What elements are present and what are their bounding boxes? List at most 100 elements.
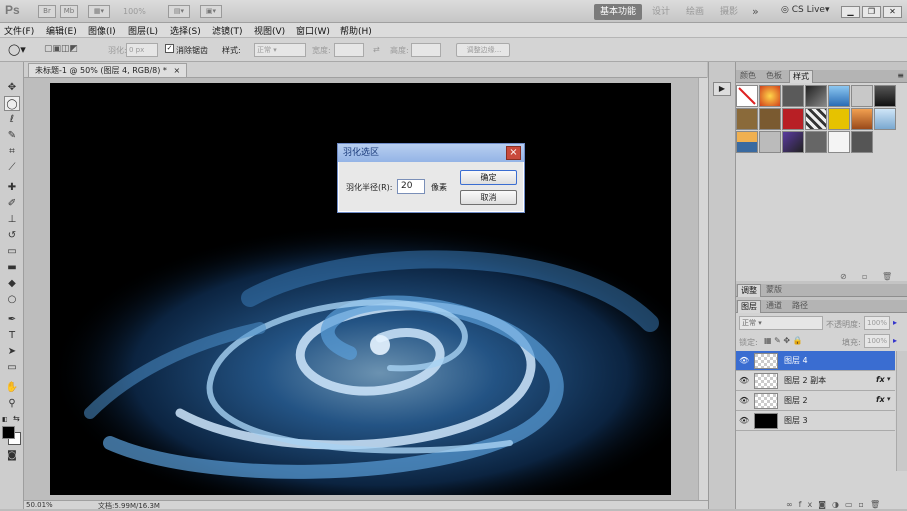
layers-scrollbar[interactable] [896,351,907,471]
dodge-tool-icon[interactable]: ○ [4,292,20,307]
status-zoom[interactable]: 50.01% [26,501,53,509]
pen-tool-icon[interactable]: ✒ [4,312,20,327]
hand-tool-icon[interactable]: ✋ [4,380,20,395]
ok-button[interactable]: 确定 [460,170,517,185]
style-swatch[interactable] [828,108,850,130]
marquee-preset-icon[interactable]: ◯▾ [8,43,26,56]
tab-swatches[interactable]: 色板 [763,70,785,83]
opacity-arrow-icon[interactable]: ▸ [893,318,897,327]
tab-styles[interactable]: 样式 [789,70,813,83]
arrange-documents-icon[interactable]: ▤▾ [168,5,190,18]
feather-input[interactable]: 0 px [126,43,158,57]
eye-icon[interactable]: 👁 [739,376,749,385]
layer-row[interactable]: 👁 图层 2 副本 fx ▾ [736,371,895,391]
style-swatch[interactable] [851,85,873,107]
document-tab[interactable]: 未标题-1 @ 50% (图层 4, RGB/8) * × [28,63,188,77]
gradient-tool-icon[interactable]: ▬ [4,260,20,275]
tab-layers[interactable]: 图层 [737,300,761,313]
feather-radius-input[interactable]: 20 [397,179,425,194]
layer-actions-icons[interactable]: ∞fx◙◑▭▫🗑 [786,500,886,509]
document-close-icon[interactable]: × [173,66,180,75]
delete-style-icon[interactable]: 🗑 [882,272,892,281]
clone-stamp-tool-icon[interactable]: ⊥ [4,212,20,227]
swap-colors-icon[interactable]: ⇆ [13,414,20,423]
lock-icons[interactable]: ▦ ✎ ✥ 🔒 [764,336,803,345]
workspace-design[interactable]: 设计 [646,4,676,20]
default-colors-icon[interactable]: ◧ [2,416,10,424]
tab-masks[interactable]: 蒙版 [763,284,785,297]
fx-icon[interactable]: fx [876,395,885,404]
quick-select-tool-icon[interactable]: ✎ [4,128,20,143]
restore-icon[interactable]: ❐ [862,6,881,18]
style-swatch[interactable] [736,108,758,130]
dialog-close-icon[interactable]: × [506,146,521,160]
marquee-tool-icon[interactable]: ◯ [4,96,20,111]
expand-effects-icon[interactable]: ▾ [887,375,891,383]
workspace-essentials[interactable]: 基本功能 [594,4,643,20]
layer-row[interactable]: 👁 图层 3 [736,411,895,431]
menu-view[interactable]: 视图(V) [254,24,285,37]
healing-brush-tool-icon[interactable]: ✚ [4,180,20,195]
menu-select[interactable]: 选择(S) [170,24,201,37]
swap-icon[interactable]: ⇄ [373,45,380,54]
workspace-painting[interactable]: 绘画 [680,4,710,20]
clear-style-icon[interactable]: ⊘ [840,272,847,281]
more-workspaces-button[interactable]: » [746,4,765,20]
expand-effects-icon[interactable]: ▾ [887,395,891,403]
menu-layer[interactable]: 图层(L) [128,24,158,37]
antialias-checkbox[interactable]: ✓ [165,44,174,53]
width-input[interactable] [334,43,364,57]
style-swatch[interactable] [874,85,896,107]
opacity-input[interactable]: 100% [864,316,890,330]
zoom-level[interactable]: 100% [123,7,146,16]
style-swatch-none[interactable] [736,85,758,107]
menu-image[interactable]: 图像(I) [88,24,116,37]
quick-mask-icon[interactable]: ◙ [4,448,20,463]
blur-tool-icon[interactable]: ◆ [4,276,20,291]
layer-row[interactable]: 👁 图层 2 fx ▾ [736,391,895,411]
panel-menu-icon[interactable]: ≡ [897,71,904,80]
style-swatch[interactable] [736,131,758,153]
workspace-photography[interactable]: 摄影 [714,4,744,20]
tab-channels[interactable]: 通道 [763,300,785,313]
style-swatch[interactable] [805,85,827,107]
style-swatch[interactable] [759,131,781,153]
eye-icon[interactable]: 👁 [739,396,749,405]
menu-help[interactable]: 帮助(H) [340,24,372,37]
move-tool-icon[interactable]: ✥ [4,80,20,95]
style-swatch[interactable] [874,108,896,130]
height-input[interactable] [411,43,441,57]
type-tool-icon[interactable]: T [4,328,20,343]
style-swatch[interactable] [828,85,850,107]
brush-tool-icon[interactable]: ✐ [4,196,20,211]
lasso-tool-icon[interactable]: ℓ [4,112,20,127]
style-swatch[interactable] [851,108,873,130]
menu-edit[interactable]: 编辑(E) [46,24,77,37]
tab-color[interactable]: 颜色 [737,70,759,83]
eraser-tool-icon[interactable]: ▭ [4,244,20,259]
tab-adjustments[interactable]: 调整 [737,284,761,297]
style-swatch[interactable] [759,85,781,107]
menu-window[interactable]: 窗口(W) [296,24,330,37]
bridge-icon[interactable]: Br [38,5,56,18]
selection-mode-icons[interactable]: ▢▣◫◩ [44,44,78,54]
fill-arrow-icon[interactable]: ▸ [893,336,897,345]
history-brush-tool-icon[interactable]: ↺ [4,228,20,243]
style-swatch[interactable] [851,131,873,153]
eye-icon[interactable]: 👁 [739,356,749,365]
style-select[interactable]: 正常 ▾ [254,43,306,57]
tab-paths[interactable]: 路径 [789,300,811,313]
screen-mode-icon[interactable]: ▣▾ [200,5,222,18]
style-swatch[interactable] [782,85,804,107]
minimize-icon[interactable]: ▁ [841,6,860,18]
style-swatch[interactable] [828,131,850,153]
menu-file[interactable]: 文件(F) [4,24,34,37]
style-swatch[interactable] [805,131,827,153]
fill-input[interactable]: 100% [864,334,890,348]
foreground-color-swatch[interactable] [2,426,15,439]
path-select-tool-icon[interactable]: ➤ [4,344,20,359]
style-swatch[interactable] [782,108,804,130]
style-swatch[interactable] [805,108,827,130]
canvas-vertical-scrollbar[interactable] [698,78,708,500]
shape-tool-icon[interactable]: ▭ [4,360,20,375]
